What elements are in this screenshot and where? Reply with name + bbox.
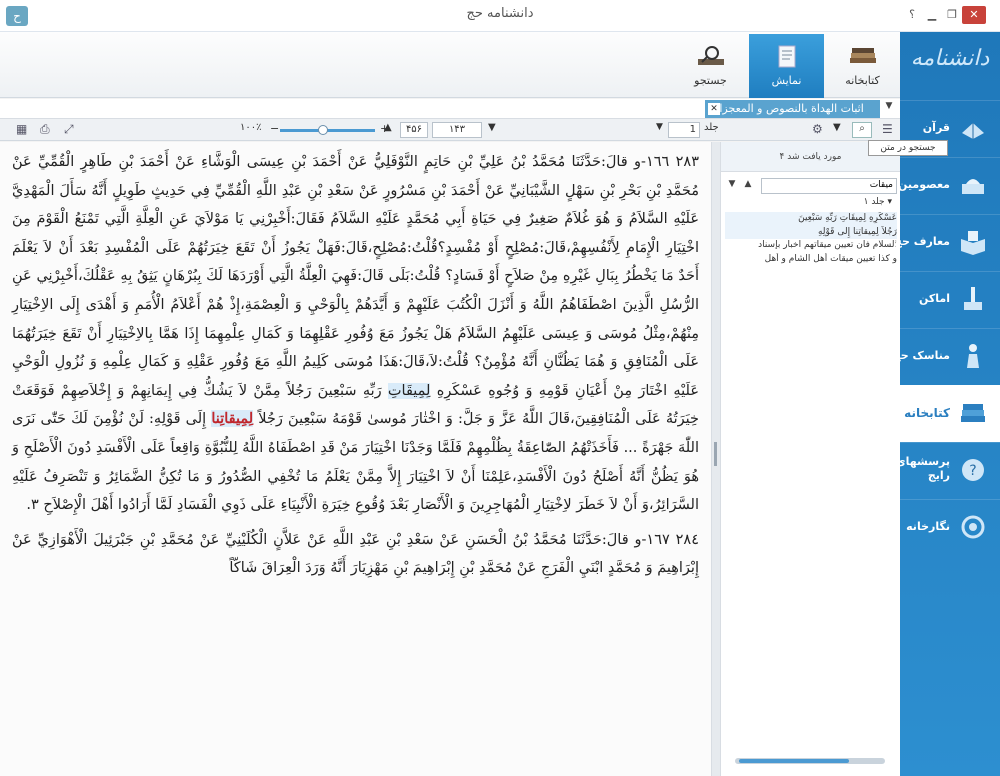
nav-label: قرآن (922, 121, 950, 134)
mosque-icon (964, 287, 982, 310)
minimize-button[interactable]: ▁ (922, 6, 942, 24)
zoom-value: ۱۰۰٪ (240, 122, 262, 133)
ribbon-tab-search[interactable]: جستجو (673, 34, 748, 98)
page-total-field: ۴۵۶ (400, 122, 428, 138)
paragraph-text: ٢٨٣ ١٦٦-و قالَ:حَدَّثَنَا مُحَمَّدُ بْنُ… (12, 154, 700, 399)
zoom-slider-knob[interactable] (318, 125, 328, 135)
document-tab-title: اثبات الهداة بالنصوص و المعجزات (709, 102, 864, 115)
brand-logo: دانشنامه (910, 46, 990, 71)
tabs-dropdown-button[interactable]: ▼ (882, 101, 896, 117)
ribbon-tab-label: نمایش (771, 74, 802, 87)
pane-splitter[interactable] (712, 142, 720, 776)
document-tabs-bar: ✕ اثبات الهداة بالنصوص و المعجزات ▼ (0, 99, 900, 119)
fullscreen-icon[interactable]: ⤢ (64, 122, 74, 138)
question-icon: ? (962, 459, 984, 481)
horizontal-scrollbar[interactable] (735, 758, 885, 764)
result-volume-node[interactable]: جلد ۱ ▾ (864, 197, 892, 207)
books-icon (961, 404, 985, 422)
nav-item-infallibles[interactable]: معصومین (898, 157, 1000, 214)
nav-label: نگارخانه (906, 520, 950, 533)
page-down-button[interactable]: ▼ (488, 122, 496, 138)
nav-item-hajj-rites[interactable]: مناسک حج (893, 328, 1000, 385)
volume-node-label: جلد ۱ (863, 197, 885, 207)
ribbon: کتابخانه نمایش جستجو (0, 32, 900, 98)
help-button[interactable]: ؟ (902, 6, 922, 24)
ribbon-tab-library[interactable]: کتابخانه (825, 34, 900, 98)
close-button[interactable]: ✕ (962, 6, 986, 24)
list-item[interactable]: عَسْكَرِهِ لِمِيقَاتِ رَبِّهِ سَبْعِينَ (725, 212, 897, 226)
scrollbar-thumb[interactable] (739, 759, 849, 763)
volume-input[interactable]: 1 (668, 122, 700, 138)
list-icon[interactable]: ☰ (882, 122, 893, 138)
nav-label: اماکن (918, 292, 950, 305)
settings-dropdown-button[interactable]: ▼ (833, 122, 841, 138)
search-input[interactable]: میقات (761, 178, 897, 194)
search-tooltip: جستجو در متن (868, 140, 948, 156)
magnifier-book-icon (697, 46, 724, 65)
nav-item-faq[interactable]: پرسشهای رایج ? (896, 442, 1000, 499)
ribbon-tab-label: کتابخانه (845, 74, 880, 87)
reading-pane[interactable]: ٢٨٣ ١٦٦-و قالَ:حَدَّثَنَا مُحَمَّدُ بْنُ… (0, 142, 712, 776)
view-toolbar: ▦ ⎙ ⤢ ۱۰۰٪ − + ▲ ۴۵۶ ۱۴۳ ▼ ▼ 1 جلد ⚙ ▼ ⌕… (0, 119, 900, 141)
nav-label: پرسشهای رایج (895, 455, 950, 482)
search-highlight-current: لِمِيقاتِنا (211, 410, 254, 428)
search-highlight: لِمِيقَاتِ (387, 382, 431, 399)
title-bar: ح دانشنامه حج ؟ ▁ ❐ ✕ (0, 0, 1000, 32)
list-item[interactable]: و كذا تعيين ميقات أهل الشام و أهل (725, 253, 897, 267)
app-window: ح دانشنامه حج ؟ ▁ ❐ ✕ کتابخانه نمایش جست… (0, 0, 1000, 776)
paragraph-text: ٢٨٤ ١٦٧-و قالَ:حَدَّثَنَا مُحَمَّدُ بْنُ… (12, 531, 700, 577)
shrine-icon (962, 179, 984, 194)
ribbon-tab-label: جستجو (694, 74, 727, 87)
gallery-icon (961, 515, 985, 539)
print-icon[interactable]: ⎙ (40, 122, 50, 138)
gear-icon[interactable]: ⚙ (812, 122, 823, 138)
search-in-text-button[interactable]: ⌕ (852, 122, 872, 138)
nav-label: کتابخانه (904, 406, 950, 420)
svg-text:?: ? (969, 463, 976, 479)
previous-result-button[interactable]: ▲ (741, 179, 755, 193)
volume-dropdown-button[interactable]: ▼ (656, 122, 663, 138)
document-tab[interactable]: ✕ اثبات الهداة بالنصوص و المعجزات (705, 100, 880, 118)
nav-item-gallery[interactable]: نگارخانه (900, 499, 1000, 556)
books-icon (849, 48, 876, 63)
list-item[interactable]: رَجُلاً لِمِيقاتِنا إِلى قَوْلِهِ (725, 225, 897, 239)
search-results-panel: ۴ مورد یافت شد ▼ ▲ میقات جلد ۱ ▾ عَسْكَر… (720, 142, 900, 776)
splitter-grip[interactable] (714, 442, 717, 466)
paragraph-283: ٢٨٣ ١٦٦-و قالَ:حَدَّثَنَا مُحَمَّدُ بْنُ… (0, 142, 711, 520)
nav-item-hajj-teachings[interactable]: معارف حج (894, 214, 1000, 271)
quran-icon (962, 123, 984, 139)
nav-item-places[interactable]: اماکن (900, 271, 1000, 328)
ribbon-tab-view[interactable]: نمایش (749, 34, 824, 98)
next-result-button[interactable]: ▼ (725, 179, 739, 193)
list-item[interactable]: السلام فان تعيين ميقاتهم اخبار بإسناد (725, 239, 897, 253)
volume-label: جلد (704, 122, 719, 133)
pilgrim-icon (967, 344, 979, 368)
page-input[interactable]: ۱۴۳ (432, 122, 482, 138)
zoom-out-button[interactable]: − (270, 122, 279, 138)
window-title: دانشنامه حج (466, 6, 534, 21)
nav-label: مناسک حج (892, 349, 950, 362)
nav-label: معصومین (898, 178, 950, 191)
page-up-button[interactable]: ▲ (384, 122, 392, 138)
nav-label: معارف حج (894, 235, 950, 248)
document-icon (778, 45, 795, 68)
book-open-icon (961, 231, 985, 255)
nav-item-library[interactable]: کتابخانه (900, 385, 1000, 442)
restore-button[interactable]: ❐ (942, 6, 962, 24)
fit-width-icon[interactable]: ▦ (16, 122, 27, 138)
result-list: عَسْكَرِهِ لِمِيقَاتِ رَبِّهِ سَبْعِينَ … (725, 212, 897, 266)
close-tab-icon[interactable]: ✕ (708, 103, 720, 115)
zoom-slider[interactable] (280, 125, 375, 135)
paragraph-284: ٢٨٤ ١٦٧-و قالَ:حَدَّثَنَا مُحَمَّدُ بْنُ… (0, 520, 711, 583)
